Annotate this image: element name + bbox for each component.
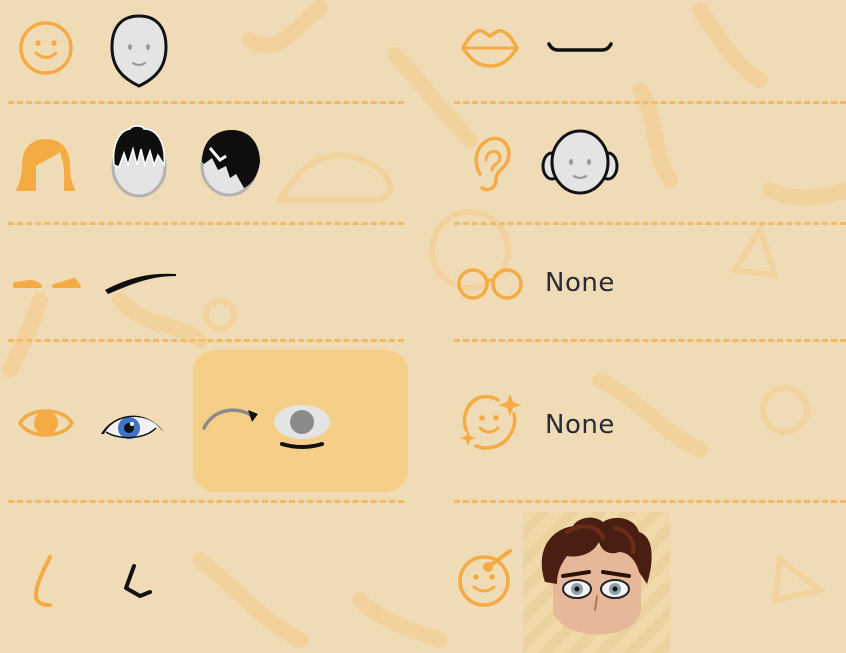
flat-mouth-icon [547,42,613,52]
lips-icon [461,29,519,68]
divider [8,500,404,503]
face-icon [19,21,73,75]
face-details-category[interactable] [458,392,522,452]
divider [8,222,404,225]
background-doodles [2,0,846,648]
ears-face-icon [541,129,619,195]
divider [8,339,404,342]
avatar-preview [523,512,670,653]
divider [454,500,846,503]
blue-eye-option[interactable] [98,406,168,446]
wand-face-icon [458,549,512,607]
ears-category[interactable] [470,134,514,194]
divider [454,222,846,225]
face-details-none-option[interactable]: None [545,410,615,440]
angled-nose-icon [124,564,152,598]
glasses-none-option[interactable]: None [545,268,615,298]
mouth-category[interactable] [460,24,520,70]
eyebrows-icon [13,278,81,288]
ears-option[interactable] [540,128,620,196]
eyebrows-category[interactable] [12,270,82,296]
glasses-icon [457,268,523,300]
ear-icon [474,136,511,192]
spiky-hair-icon [111,125,167,198]
divider [454,339,846,342]
hair-icon [16,139,76,191]
arched-brow-option[interactable] [102,266,182,296]
face-shape-option[interactable] [108,13,170,89]
swoop-hair-icon [200,130,260,197]
divider [454,101,846,104]
divider [8,101,404,104]
eyes-category[interactable] [17,401,75,445]
eye-color-shift-icon [202,405,330,449]
face-category[interactable] [18,20,74,76]
nose-icon [33,555,52,607]
swoop-hair-option[interactable] [196,128,262,198]
eye-color-shift-option[interactable] [200,400,340,452]
nose-category[interactable] [32,553,62,609]
spiky-hair-option[interactable] [108,125,170,199]
customize-category[interactable] [454,545,520,611]
avatar-face-illustration [541,517,652,635]
eye-icon [17,409,75,437]
hair-category[interactable] [14,136,78,194]
angled-nose-option[interactable] [120,562,160,602]
flat-mouth-option[interactable] [546,38,614,58]
blue-eye-icon [101,415,164,439]
glasses-category[interactable] [455,266,525,302]
arched-brow-icon [105,273,176,294]
face-shape-icon [110,14,168,88]
sparkle-face-icon [460,394,521,450]
